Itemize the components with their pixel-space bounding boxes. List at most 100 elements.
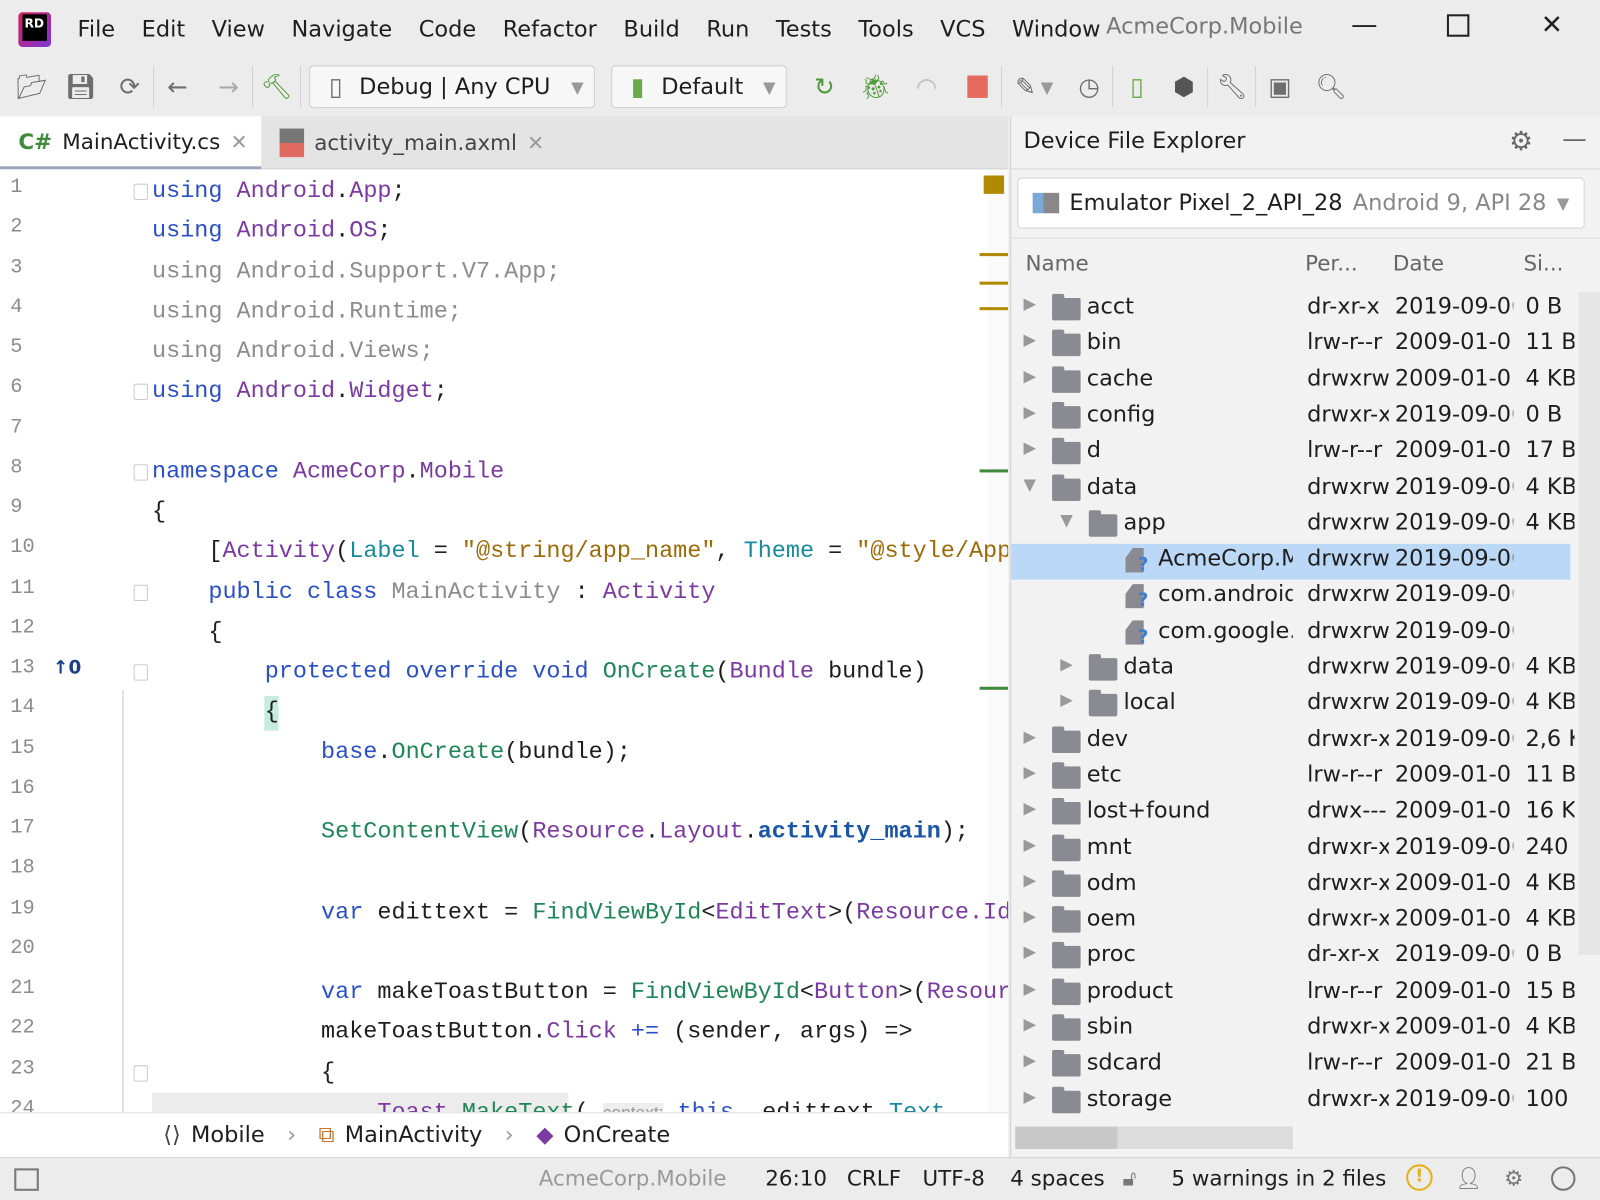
maximize-button[interactable] <box>1446 14 1470 37</box>
breadcrumb-item[interactable]: ◆ OnCreate <box>536 1122 670 1148</box>
gutter-badge[interactable]: ↑0 <box>53 657 81 678</box>
code-line[interactable]: makeToastButton.Click += (sender, args) … <box>152 1017 913 1048</box>
tree-row[interactable]: ▶ d lrw-r--r 2009-01-01 17 B <box>1011 436 1574 472</box>
chevron-right-icon[interactable]: ▶ <box>1023 978 1036 997</box>
code-line[interactable]: { <box>152 616 222 647</box>
code-line[interactable]: using Android.Widget; <box>152 376 448 407</box>
fold-marker-icon[interactable] <box>133 383 148 401</box>
indent-setting[interactable]: 4 spaces <box>1010 1166 1104 1190</box>
code-line[interactable]: using Android.Support.V7.App; <box>152 256 560 287</box>
code-line[interactable]: public class MainActivity : Activity <box>152 576 715 607</box>
caret-position[interactable]: 26:10 <box>765 1166 827 1190</box>
tree-row[interactable]: ▶ oem drwxr-x 2009-01-01 4 KB <box>1011 904 1574 940</box>
tree-row[interactable]: ▶ cache drwxrw 2009-01-01 4 KB <box>1011 364 1574 400</box>
tree-row[interactable]: ▶ lost+found drwx--- 2009-01-01 16 KB <box>1011 796 1574 832</box>
menu-navigate[interactable]: Navigate <box>291 17 392 43</box>
code-line[interactable]: using Android.OS; <box>152 216 391 247</box>
tree-row[interactable]: ▶ bin lrw-r--r 2009-01-01 11 B <box>1011 328 1574 364</box>
chevron-right-icon[interactable]: ▶ <box>1023 762 1036 781</box>
file-encoding[interactable]: UTF-8 <box>922 1166 984 1190</box>
toggle-panels-icon[interactable] <box>14 1168 39 1191</box>
column-name[interactable]: Name <box>1026 251 1089 292</box>
code-line[interactable]: using Android.App; <box>152 176 406 207</box>
tree-row[interactable]: ▶ acct dr-xr-x 2019-09-06 0 B <box>1011 292 1570 328</box>
chevron-right-icon[interactable]: ▶ <box>1023 330 1036 349</box>
chevron-right-icon[interactable]: ▶ <box>1023 1014 1036 1033</box>
sync-icon[interactable]: ⟳ <box>114 71 145 102</box>
fold-marker-icon[interactable] <box>133 464 148 481</box>
tree-row[interactable]: ▶ storage drwxr-x 2019-09-06 100 <box>1011 1084 1570 1118</box>
debug-bug-icon[interactable]: 🐞︎ <box>860 71 891 102</box>
menu-run[interactable]: Run <box>706 17 749 43</box>
forward-icon[interactable]: → <box>213 71 244 102</box>
change-marker[interactable] <box>979 469 1009 473</box>
gear-icon[interactable]: ⚙ <box>1509 127 1533 158</box>
menu-tools[interactable]: Tools <box>858 17 913 43</box>
menu-refactor[interactable]: Refactor <box>503 17 597 43</box>
close-window-button[interactable]: ✕ <box>1541 10 1563 41</box>
tree-row[interactable]: ▶ mnt drwxr-x 2019-09-06 240 <box>1011 832 1570 868</box>
breadcrumb-item[interactable]: ⧉ MainActivity <box>319 1122 483 1148</box>
tree-row[interactable]: ▶ sdcard lrw-r--r 2009-01-01 21 B <box>1011 1048 1574 1084</box>
chevron-right-icon[interactable]: ▶ <box>1023 438 1036 457</box>
tree-row[interactable]: ? AcmeCorp.Mobile drwxrw2019-09-06 <box>1011 543 1571 580</box>
vertical-scrollbar[interactable] <box>1578 291 1600 956</box>
hide-panel-icon[interactable]: — <box>1562 124 1586 153</box>
device-manager-icon[interactable]: ▯ <box>1122 71 1153 102</box>
line-ending[interactable]: CRLF <box>847 1166 901 1190</box>
menu-view[interactable]: View <box>212 17 265 43</box>
back-icon[interactable]: ← <box>162 71 193 102</box>
tree-row[interactable]: ▶ local drwxrw 2019-09-06 4 KB <box>1011 688 1574 724</box>
search-icon[interactable]: 🔍︎ <box>1315 71 1346 102</box>
chevron-right-icon[interactable]: ▶ <box>1023 798 1036 817</box>
inspector-icon[interactable]: 👤︎ <box>1455 1166 1482 1192</box>
tree-row[interactable]: ▼ data drwxrw 2019-09-06 4 KB <box>1011 472 1574 508</box>
warning-icon[interactable]: ! <box>1406 1164 1433 1191</box>
close-tab-icon[interactable]: ✕ <box>230 129 247 153</box>
code-line[interactable]: { <box>152 1057 335 1088</box>
tree-row[interactable]: ? com.google.android drwxrw2019-09-06 <box>1011 616 1570 652</box>
menu-edit[interactable]: Edit <box>142 17 185 43</box>
tree-row[interactable]: ▶ dev drwxr-x2019-09-06 2,6 KB <box>1011 724 1574 760</box>
tree-row[interactable]: ▼ app drwxrw 2019-09-06 4 KB <box>1011 508 1574 544</box>
chevron-right-icon[interactable]: ▶ <box>1023 294 1036 313</box>
chevron-right-icon[interactable]: ▶ <box>1060 654 1073 673</box>
analysis-status-icon[interactable] <box>983 175 1005 194</box>
deploy-package-icon[interactable]: ⬢ <box>1169 71 1200 102</box>
chevron-right-icon[interactable]: ▶ <box>1023 726 1036 745</box>
column-size[interactable]: Si... <box>1523 251 1563 292</box>
minimize-button[interactable]: — <box>1351 10 1378 41</box>
code-line[interactable]: base.OnCreate(bundle); <box>152 736 631 767</box>
menu-build[interactable]: Build <box>623 17 679 43</box>
chevron-right-icon[interactable]: ▶ <box>1060 690 1073 709</box>
code-line[interactable]: { <box>152 696 279 727</box>
tree-row[interactable]: ▶ sbin drwxr-x 2009-01-01 4 KB <box>1011 1012 1574 1048</box>
column-date[interactable]: Date <box>1393 251 1444 292</box>
device-selector[interactable]: Emulator Pixel_2_API_28 Android 9, API 2… <box>1017 177 1585 229</box>
open-folder-icon[interactable]: 📂︎ <box>16 71 47 102</box>
configuration-dropdown[interactable]: ▯ Debug | Any CPU ▼ <box>309 65 595 109</box>
history-run-icon[interactable]: ◷ <box>1074 71 1105 102</box>
chevron-right-icon[interactable]: ▶ <box>1023 906 1036 925</box>
tree-row[interactable]: ▶ product lrw-r--r 2009-01-01 15 B <box>1011 976 1574 1012</box>
chevron-right-icon[interactable]: ▶ <box>1023 402 1036 421</box>
chevron-right-icon[interactable]: ▶ <box>1023 1086 1036 1105</box>
build-hammer-icon[interactable]: 🔨︎ <box>261 71 292 102</box>
chevron-down-icon[interactable]: ▼ <box>1041 77 1054 96</box>
menu-vcs[interactable]: VCS <box>940 17 985 43</box>
menu-window[interactable]: Window <box>1012 17 1101 43</box>
fold-marker-icon[interactable] <box>133 183 148 200</box>
menu-tests[interactable]: Tests <box>776 17 832 43</box>
tab-activity-main[interactable]: activity_main.axml ✕ <box>261 116 562 169</box>
warning-marker[interactable] <box>979 307 1009 311</box>
save-icon[interactable]: 💾︎ <box>65 71 96 102</box>
notifications-icon[interactable] <box>1551 1166 1576 1191</box>
chevron-down-icon[interactable]: ▼ <box>1023 474 1036 493</box>
terminal-icon[interactable]: ▣ <box>1265 71 1296 102</box>
chevron-right-icon[interactable]: ▶ <box>1023 870 1036 889</box>
code-line[interactable]: var edittext = FindViewById<EditText>(Re… <box>152 896 1008 927</box>
tab-mainactivity[interactable]: C# MainActivity.cs ✕ <box>0 116 262 170</box>
menu-file[interactable]: File <box>78 17 116 43</box>
code-line[interactable]: var makeToastButton = FindViewById<Butto… <box>152 977 1008 1008</box>
tree-row[interactable]: ▶ config drwxr-x 2019-09-06 0 B <box>1011 400 1570 436</box>
